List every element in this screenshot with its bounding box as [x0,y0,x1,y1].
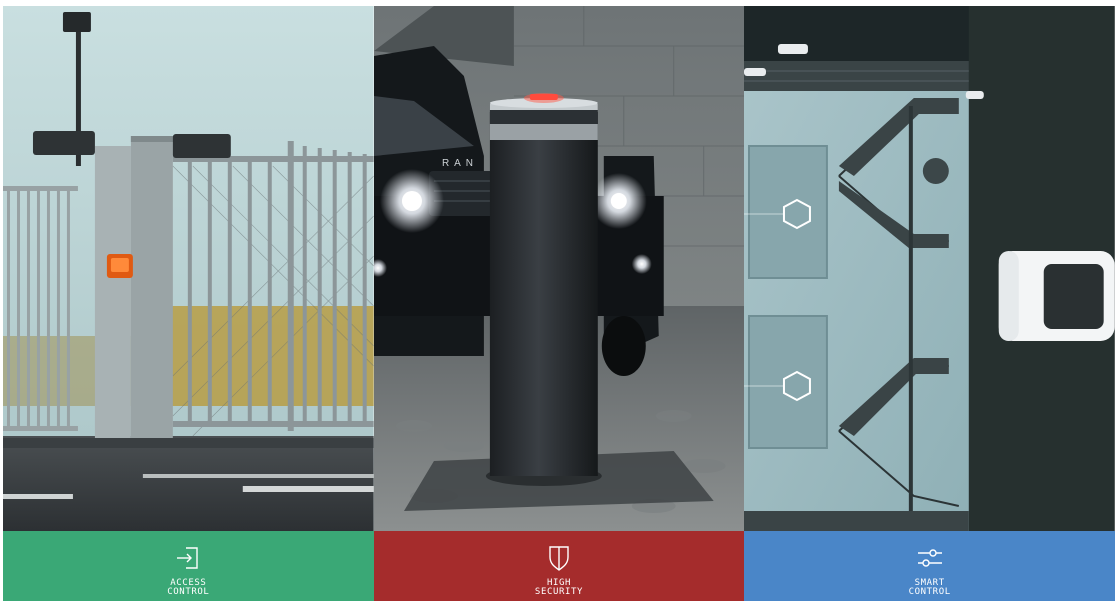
bollard-photo: RAN [373,6,745,531]
smart-control-label: SMART CONTROL [908,578,951,597]
aerial-photo [744,6,1116,531]
high-security-tile[interactable]: HIGH SECURITY [373,531,745,601]
smart-control-tile[interactable]: SMART CONTROL [744,531,1116,601]
sliders-icon [917,549,942,567]
panel-smart-control[interactable]: SMART CONTROL [744,6,1116,601]
sign-in-icon [177,547,199,569]
gate-photo [3,6,374,531]
panel-high-security[interactable]: RAN HIGH SECURITY [373,6,745,601]
access-control-tile[interactable]: ACCESS CONTROL [3,531,374,601]
panel-access-control[interactable]: ACCESS CONTROL [3,6,374,601]
vehicle-badge-text: RAN [442,158,478,169]
product-category-grid: ACCESS CONTROL RAN HIGH SECURITY SMART C… [3,6,1116,601]
shield-icon [549,546,569,571]
high-security-label: HIGH SECURITY [534,578,584,597]
access-control-label: ACCESS CONTROL [167,578,210,597]
